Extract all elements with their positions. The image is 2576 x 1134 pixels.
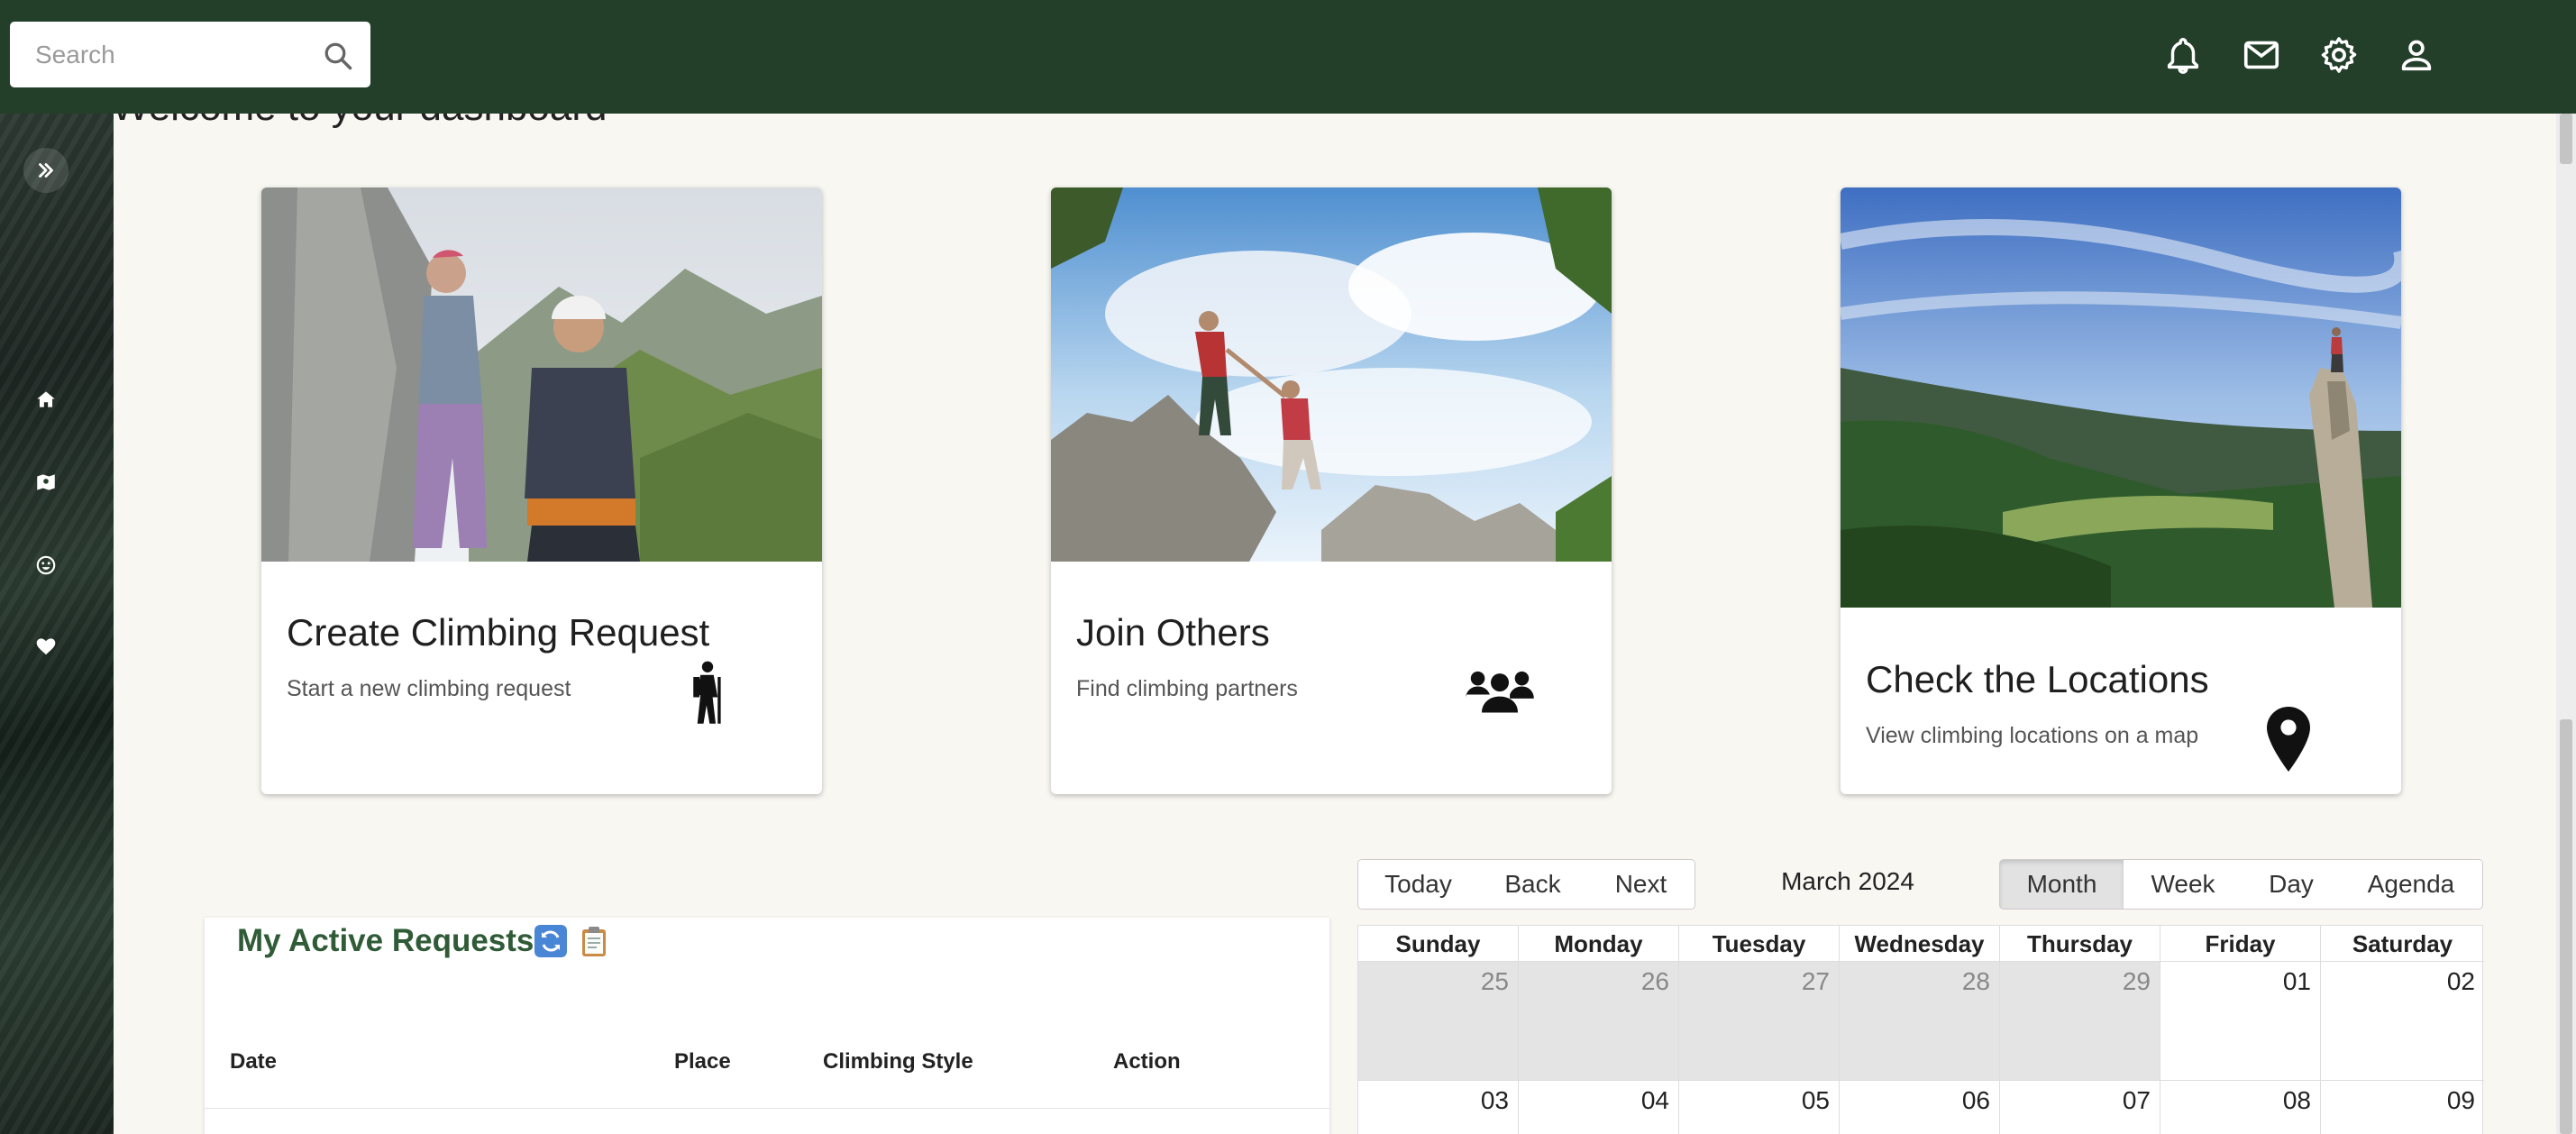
calendar-day-cell[interactable]: 29 (2000, 962, 2160, 1081)
card-image-climbers (261, 187, 822, 562)
sidebar (0, 114, 114, 1134)
map-icon (37, 474, 55, 490)
sidebar-item-home[interactable] (23, 377, 69, 422)
calendar-view-agenda[interactable]: Agenda (2340, 859, 2483, 910)
calendar-day-cell[interactable]: 26 (1519, 962, 1679, 1081)
card-subtitle: Find climbing partners (1076, 676, 1298, 701)
calendar-day-cell[interactable]: 07 (2000, 1081, 2160, 1134)
weekday-header: Thursday (2000, 926, 2160, 962)
card-join-others[interactable]: Join Others Find climbing partners (1051, 187, 1612, 794)
hiker-icon (693, 661, 721, 724)
calendar-day-cell[interactable]: 04 (1519, 1081, 1679, 1134)
calendar-day-cell[interactable]: 05 (1679, 1081, 1840, 1134)
calendar-view-day[interactable]: Day (2243, 859, 2341, 910)
gear-icon[interactable] (2318, 34, 2360, 76)
column-header-action[interactable]: Action (1113, 1049, 1181, 1075)
active-requests-title: My Active Requests (237, 923, 534, 958)
column-header-climbing-style[interactable]: Climbing Style (823, 1049, 973, 1075)
card-title: Join Others (1076, 611, 1270, 654)
sidebar-item-social[interactable] (23, 543, 69, 588)
column-header-place[interactable]: Place (674, 1049, 731, 1075)
weekday-header: Saturday (2321, 926, 2484, 962)
weekday-header: Tuesday (1679, 926, 1840, 962)
scrollbar-track-segment (2560, 719, 2572, 1134)
calendar-view-month[interactable]: Month (1999, 859, 2124, 910)
card-check-locations[interactable]: Check the Locations View climbing locati… (1841, 187, 2401, 794)
calendar-day-cell[interactable]: 09 (2321, 1081, 2484, 1134)
card-subtitle: View climbing locations on a map (1866, 723, 2199, 748)
calendar-day-cell[interactable]: 08 (2160, 1081, 2321, 1134)
expand-icon (39, 163, 53, 178)
card-image-valley (1841, 187, 2401, 608)
calendar-day-cell[interactable]: 28 (1840, 962, 2000, 1081)
search-icon[interactable] (322, 40, 354, 72)
calendar-view-week[interactable]: Week (2124, 859, 2243, 910)
clipboard-icon (582, 927, 606, 956)
sidebar-item-favorites[interactable] (23, 624, 69, 669)
weekday-header: Wednesday (1840, 926, 2000, 962)
card-create-request[interactable]: Create Climbing Request Start a new clim… (261, 187, 822, 794)
card-title: Create Climbing Request (287, 611, 710, 654)
refresh-icon[interactable] (534, 925, 567, 957)
mail-icon[interactable] (2241, 34, 2282, 76)
calendar-day-cell[interactable]: 06 (1840, 1081, 2000, 1134)
search-box[interactable] (10, 22, 370, 87)
bell-icon[interactable] (2162, 34, 2204, 76)
requests-table-header: Date Place Climbing Style Action (205, 1033, 1329, 1109)
search-input[interactable] (10, 22, 316, 87)
group-icon (1466, 671, 1534, 713)
calendar-day-cell[interactable]: 02 (2321, 962, 2484, 1081)
calendar-day-cell[interactable]: 03 (1358, 1081, 1519, 1134)
calendar-today-button[interactable]: Today (1357, 859, 1479, 910)
sidebar-item-map[interactable] (23, 460, 69, 505)
calendar-next-button[interactable]: Next (1587, 859, 1695, 910)
heart-icon (36, 638, 56, 655)
weekday-header: Monday (1519, 926, 1679, 962)
calendar-day-cell[interactable]: 27 (1679, 962, 1840, 1081)
calendar-month-grid: Sunday Monday Tuesday Wednesday Thursday… (1357, 925, 2484, 1134)
calendar-month-label: March 2024 (1781, 867, 1914, 895)
weekday-header: Friday (2160, 926, 2321, 962)
card-image-helping-climbers (1051, 187, 1612, 562)
scrollbar-thumb[interactable] (2560, 114, 2572, 164)
top-bar (0, 0, 2576, 114)
column-header-date[interactable]: Date (230, 1049, 277, 1075)
card-subtitle: Start a new climbing request (287, 676, 571, 701)
calendar-back-button[interactable]: Back (1478, 859, 1588, 910)
calendar-day-cell[interactable]: 01 (2160, 962, 2321, 1081)
weekday-header: Sunday (1358, 926, 1519, 962)
map-pin-icon (2267, 707, 2310, 772)
page-scrollbar[interactable] (2556, 114, 2576, 1134)
card-title: Check the Locations (1866, 658, 2209, 700)
person-icon[interactable] (2396, 34, 2437, 76)
calendar-day-cell[interactable]: 25 (1358, 962, 1519, 1081)
active-requests-panel: My Active Requests Date Place Climbing S… (205, 918, 1329, 1134)
sidebar-expand-button[interactable] (23, 148, 69, 193)
home-icon (37, 391, 55, 407)
smile-icon (36, 555, 56, 575)
